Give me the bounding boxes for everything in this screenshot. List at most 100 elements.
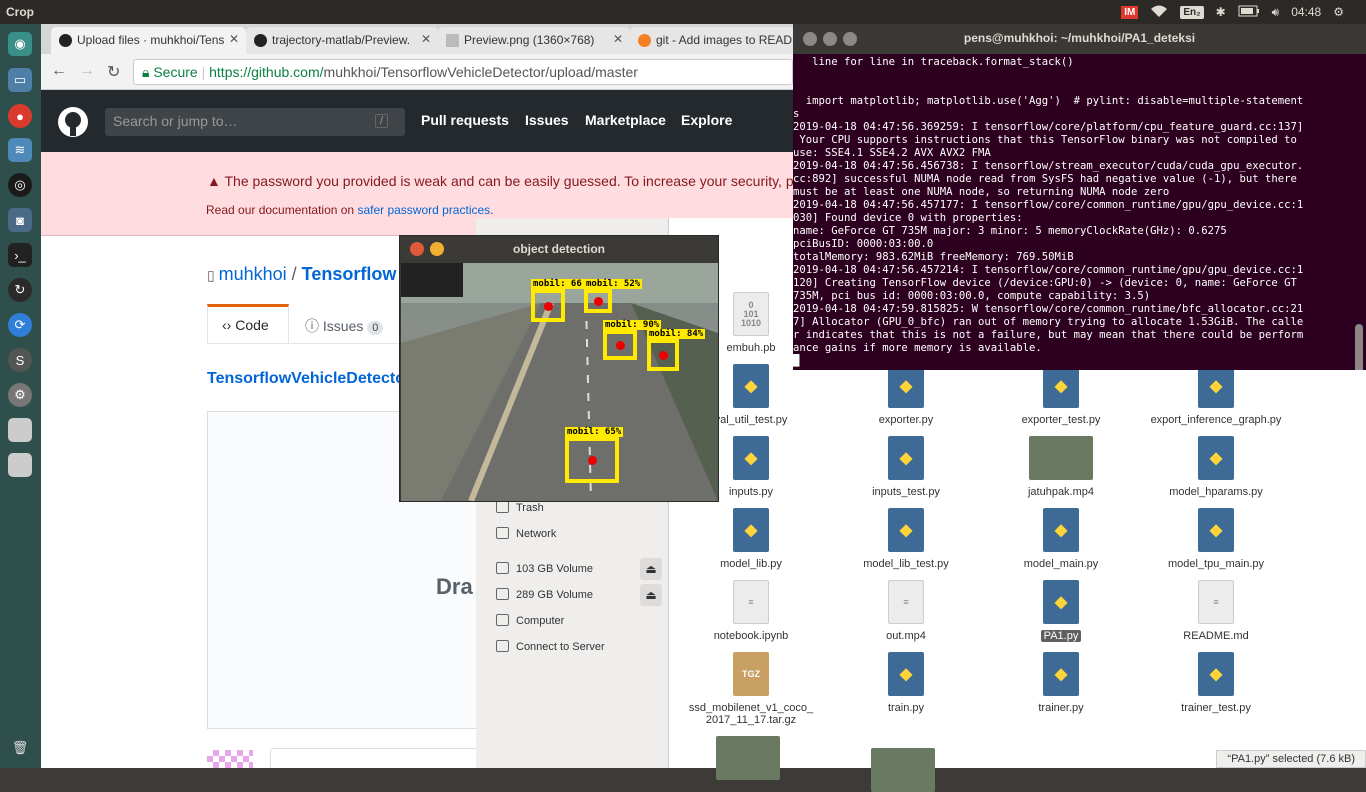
bluetooth-icon[interactable]: ✱	[1216, 5, 1226, 19]
tab-label: git - Add images to READM	[656, 33, 793, 47]
sync-icon[interactable]: ⟳	[8, 313, 32, 337]
close-icon[interactable]	[803, 32, 817, 46]
detection-box: mobil: 84%	[647, 329, 706, 371]
file-item[interactable]: ◆ model_tpu_main.py	[1146, 508, 1286, 570]
file-name: README.md	[1183, 630, 1249, 642]
text-file-icon: ≡	[888, 580, 924, 624]
detection-label: mobil: 84%	[647, 329, 706, 339]
sublime-icon[interactable]: S	[8, 348, 32, 372]
file-item[interactable]: ◆ exporter.py	[836, 364, 976, 426]
file-item[interactable]: ≡ notebook.ipynb	[681, 580, 821, 642]
repo-owner-link[interactable]: muhkhoi	[219, 264, 287, 284]
tab-code[interactable]: ‹› Code	[207, 304, 289, 344]
sidebar-item-computer[interactable]: Computer	[496, 614, 564, 627]
file-item[interactable]: ≡ out.mp4	[836, 580, 976, 642]
clock[interactable]: 04:48	[1291, 5, 1321, 19]
system-tray: IM En₂ ✱ 🔊︎ 04:48 ⚙	[1121, 0, 1366, 24]
settings-icon[interactable]: ⚙	[8, 383, 32, 407]
lock-icon: 🔒︎	[142, 64, 154, 80]
search-input[interactable]: Search or jump to…	[105, 108, 405, 136]
chrome-icon[interactable]: ●	[8, 104, 32, 128]
sidebar-item-connect-server[interactable]: Connect to Server	[496, 640, 605, 653]
file-item[interactable]: ≡ README.md	[1146, 580, 1286, 642]
file-item[interactable]: ◆ model_main.py	[991, 508, 1131, 570]
scrollbar-thumb[interactable]	[1355, 324, 1363, 370]
safer-password-link[interactable]: safer password practices	[357, 203, 490, 217]
nvidia-icon[interactable]: ◎	[8, 173, 32, 197]
file-item[interactable]: ◆ train.py	[836, 652, 976, 714]
files-icon[interactable]: ▭	[8, 68, 32, 92]
eject-icon[interactable]: ⏏	[640, 584, 662, 606]
sidebar-item-trash[interactable]: Trash	[496, 501, 544, 514]
python-file-icon: ◆	[1043, 580, 1079, 624]
file-item[interactable]: ◆ trainer_test.py	[1146, 652, 1286, 714]
secure-label: Secure	[153, 64, 198, 80]
nav-explore[interactable]: Explore	[681, 112, 732, 128]
power-gear-icon[interactable]: ⚙	[1333, 5, 1344, 19]
close-icon[interactable]: ✕	[613, 32, 623, 46]
video-thumbnail-icon[interactable]	[871, 748, 935, 792]
file-item[interactable]: ◆ model_lib_test.py	[836, 508, 976, 570]
terminal-icon[interactable]: ›_	[8, 243, 32, 267]
network-folder-icon[interactable]: ≋	[8, 138, 32, 162]
terminal-output[interactable]: line for line in traceback.format_stack(…	[793, 54, 1353, 368]
file-item[interactable]: jatuhpak.mp4	[991, 436, 1131, 498]
breadcrumb[interactable]: TensorflowVehicleDetecto	[207, 370, 405, 388]
nav-pull-requests[interactable]: Pull requests	[421, 112, 509, 128]
sidebar-item-103gb[interactable]: 103 GB Volume	[496, 562, 593, 575]
nav-issues[interactable]: Issues	[525, 112, 569, 128]
sidebar-label: Connect to Server	[516, 641, 605, 653]
tab-upload-files[interactable]: Upload files · muhkhoi/Tens ✕	[51, 27, 246, 54]
maximize-icon[interactable]	[843, 32, 857, 46]
camera-icon[interactable]: ◙	[8, 208, 32, 232]
repo-title: ▯ muhkhoi / Tensorflow	[207, 264, 396, 285]
dash-icon[interactable]: ◉	[8, 32, 32, 56]
volume-icon[interactable]: 🔊︎	[1272, 5, 1280, 20]
close-icon[interactable]: ✕	[421, 32, 431, 46]
video-thumbnail-icon[interactable]	[716, 736, 780, 780]
keyboard-layout-indicator[interactable]: En₂	[1180, 5, 1204, 19]
tab-issues[interactable]: ⓘ Issues 0	[305, 316, 384, 336]
update-icon[interactable]: ↻	[8, 278, 32, 302]
file-item[interactable]: ◆ export_inference_graph.py	[1146, 364, 1286, 426]
tab-git-add-images[interactable]: git - Add images to READM	[630, 27, 793, 54]
disk-icon[interactable]	[8, 418, 32, 442]
python-file-icon: ◆	[888, 364, 924, 408]
file-name: export_inference_graph.py	[1150, 414, 1282, 426]
nav-marketplace[interactable]: Marketplace	[585, 112, 666, 128]
forward-icon[interactable]: →	[79, 62, 95, 80]
file-item[interactable]: TGZ ssd_mobilenet_v1_coco_ 2017_11_17.tar…	[681, 652, 821, 726]
input-method-icon[interactable]: IM	[1121, 5, 1139, 19]
eject-icon[interactable]: ⏏	[640, 558, 662, 580]
trash-icon[interactable]: 🗑︎	[8, 736, 32, 760]
active-app-title: Crop	[6, 5, 34, 19]
file-item[interactable]: ◆ model_hparams.py	[1146, 436, 1286, 498]
file-item[interactable]: ◆ exporter_test.py	[991, 364, 1131, 426]
file-item[interactable]: ◆ model_lib.py	[681, 508, 821, 570]
close-icon[interactable]: ✕	[229, 32, 239, 46]
close-icon[interactable]	[410, 242, 424, 256]
back-icon[interactable]: ←	[51, 62, 67, 80]
minimize-icon[interactable]	[823, 32, 837, 46]
url-path: muhkhoi/TensorflowVehicleDetector/upload…	[323, 64, 638, 80]
sidebar-item-289gb[interactable]: 289 GB Volume	[496, 588, 593, 601]
github-header: Search or jump to… / Pull requests Issue…	[41, 90, 793, 152]
tab-preview-png[interactable]: Preview.png (1360×768) ✕	[438, 27, 630, 54]
sidebar-item-network[interactable]: Network	[496, 527, 556, 540]
file-item[interactable]: ◆ inputs_test.py	[836, 436, 976, 498]
file-item[interactable]: ◆ PA1.py	[991, 580, 1131, 642]
minimize-icon[interactable]	[430, 242, 444, 256]
github-logo-icon[interactable]	[57, 106, 89, 138]
url-field[interactable]: 🔒︎ Secure | https://github.com/muhkhoi/T…	[133, 59, 793, 85]
reload-icon[interactable]: ↻	[107, 62, 120, 82]
file-item[interactable]: ◆ trainer.py	[991, 652, 1131, 714]
battery-icon[interactable]	[1238, 5, 1260, 20]
tab-trajectory-matlab[interactable]: trajectory-matlab/Preview. ✕	[246, 27, 438, 54]
repo-name-link[interactable]: Tensorflow	[302, 264, 397, 284]
python-file-icon: ◆	[888, 508, 924, 552]
wifi-icon[interactable]	[1150, 4, 1168, 21]
centroid-dot	[616, 341, 625, 350]
disk-2-icon[interactable]	[8, 453, 32, 477]
tab-code-label: Code	[235, 317, 269, 333]
terminal-scrollbar[interactable]	[1355, 54, 1365, 370]
